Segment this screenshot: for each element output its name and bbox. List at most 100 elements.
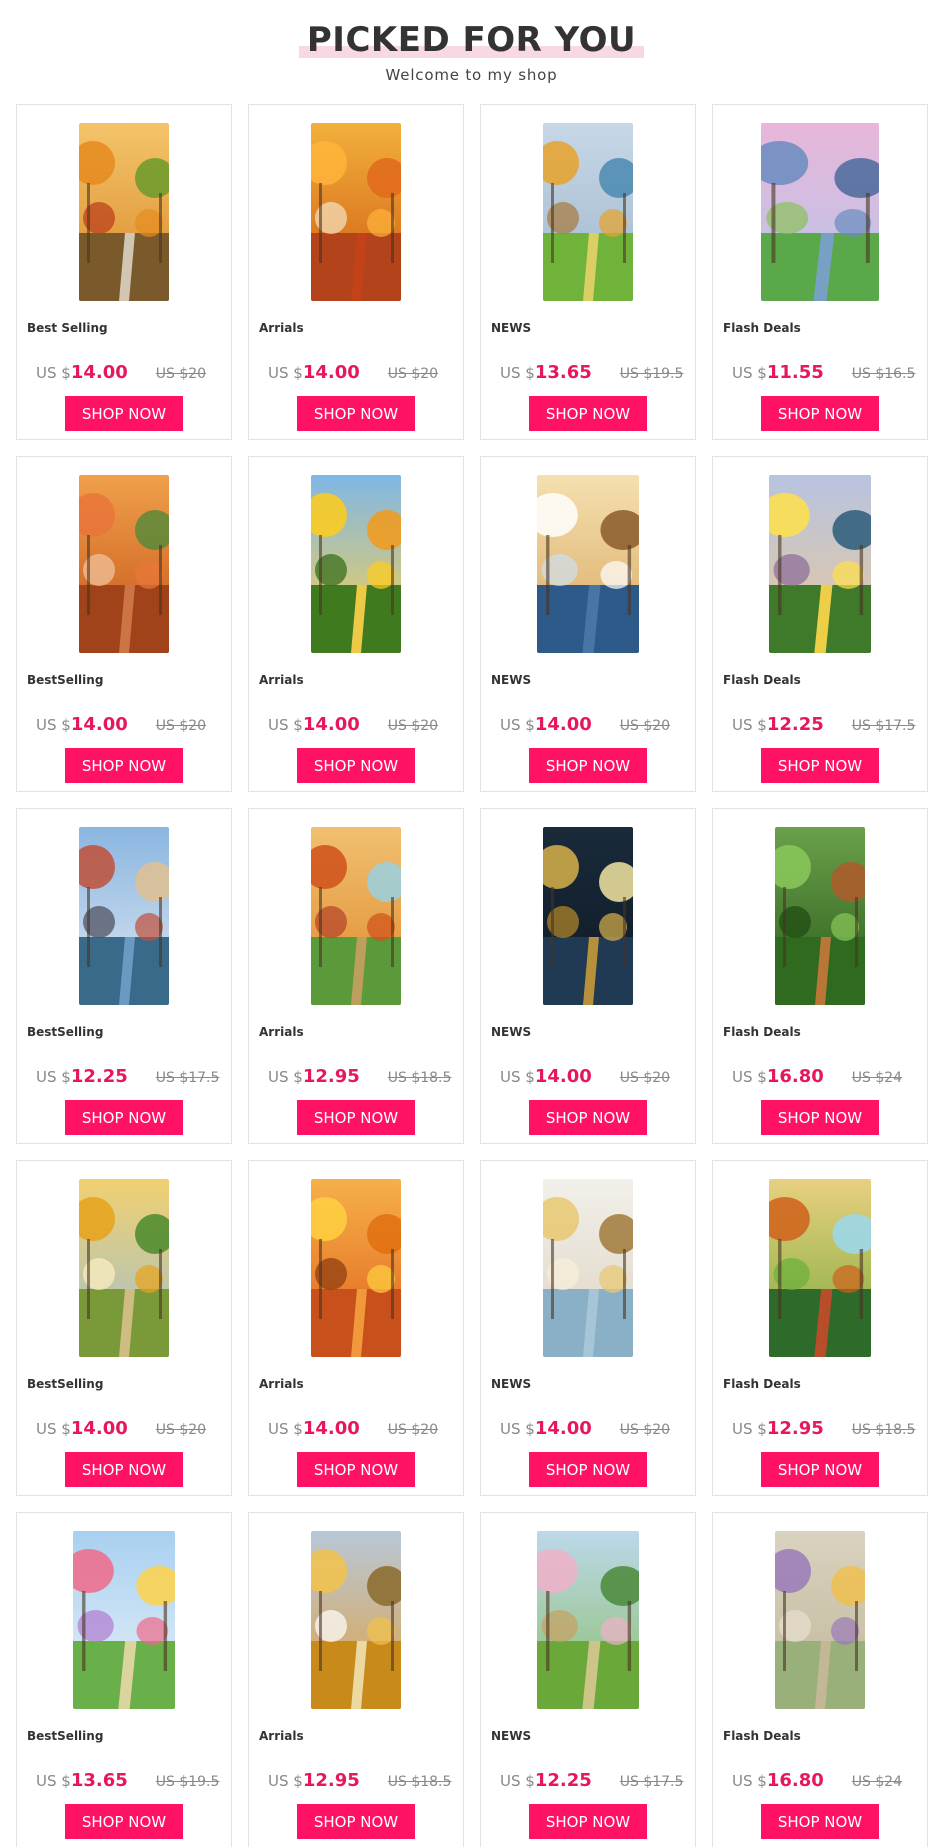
original-price: US $18.5 <box>387 1070 452 1086</box>
product-card[interactable]: BestSelling US $14.00 US $20 SHOP NOW <box>16 1160 232 1496</box>
product-image-fiery-autumn-path-painting[interactable] <box>311 1179 401 1357</box>
product-card[interactable]: Flash Deals US $12.95 US $18.5 SHOP NOW <box>712 1160 928 1496</box>
product-category-label: BestSelling <box>27 673 104 687</box>
product-image-spring-village-path-painting[interactable] <box>537 1531 639 1709</box>
product-image-sailing-ship-waves-painting[interactable] <box>537 475 639 653</box>
product-image-golden-ship-sea-painting[interactable] <box>543 1179 633 1357</box>
product-image-autumn-waterfall-painting[interactable] <box>311 827 401 1005</box>
original-price: US $20 <box>619 1070 671 1086</box>
product-image-bamboo-forest-path-painting[interactable] <box>775 827 865 1005</box>
current-price: 12.25 <box>766 714 824 735</box>
original-price: US $18.5 <box>387 1774 452 1790</box>
currency-prefix: US $ <box>268 1068 303 1086</box>
shop-now-button[interactable]: SHOP NOW <box>529 748 647 783</box>
original-price: US $20 <box>387 1422 439 1438</box>
currency-prefix: US $ <box>268 1420 303 1438</box>
product-image-golden-trees-waterfall-painting[interactable] <box>79 1179 169 1357</box>
product-category-label: NEWS <box>491 1729 532 1743</box>
shop-now-button[interactable]: SHOP NOW <box>529 1804 647 1839</box>
painting-icon <box>761 123 879 301</box>
price-row: US $16.80 US $24 <box>732 1066 902 1087</box>
product-image-red-forest-path-painting[interactable] <box>79 475 169 653</box>
original-price: US $20 <box>155 366 207 382</box>
original-price: US $20 <box>619 1422 671 1438</box>
shop-now-button[interactable]: SHOP NOW <box>65 1100 183 1135</box>
product-card[interactable]: Arrials US $14.00 US $20 SHOP NOW <box>248 1160 464 1496</box>
current-price: 16.80 <box>766 1770 824 1791</box>
shop-now-button[interactable]: SHOP NOW <box>761 396 879 431</box>
current-price: 14.00 <box>70 714 128 735</box>
product-image-sunflower-sunset-painting[interactable] <box>311 475 401 653</box>
shop-now-button[interactable]: SHOP NOW <box>65 748 183 783</box>
shop-now-button[interactable]: SHOP NOW <box>65 1452 183 1487</box>
product-card[interactable]: NEWS US $14.00 US $20 SHOP NOW <box>480 456 696 792</box>
painting-icon <box>79 123 169 301</box>
product-card[interactable]: Arrials US $14.00 US $20 SHOP NOW <box>248 104 464 440</box>
product-card[interactable]: BestSelling US $12.25 US $17.5 SHOP NOW <box>16 808 232 1144</box>
product-image-golden-valley-waterfall-painting[interactable] <box>311 1531 401 1709</box>
section-subtitle: Welcome to my shop <box>385 66 558 84</box>
product-image-venice-canal-painting[interactable] <box>79 827 169 1005</box>
product-card[interactable]: Arrials US $12.95 US $18.5 SHOP NOW <box>248 1512 464 1847</box>
currency-prefix: US $ <box>500 716 535 734</box>
product-card[interactable]: Best Selling US $14.00 US $20 SHOP NOW <box>16 104 232 440</box>
shop-now-button[interactable]: SHOP NOW <box>297 1804 415 1839</box>
product-card[interactable]: Arrials US $14.00 US $20 SHOP NOW <box>248 456 464 792</box>
product-card[interactable]: Flash Deals US $12.25 US $17.5 SHOP NOW <box>712 456 928 792</box>
shop-now-button[interactable]: SHOP NOW <box>761 1804 879 1839</box>
currency-prefix: US $ <box>732 364 767 382</box>
price-row: US $14.00 US $20 <box>36 714 206 735</box>
product-card[interactable]: Arrials US $12.95 US $18.5 SHOP NOW <box>248 808 464 1144</box>
painting-icon <box>311 827 401 1005</box>
product-card[interactable]: BestSelling US $14.00 US $20 SHOP NOW <box>16 456 232 792</box>
product-card[interactable]: Flash Deals US $11.55 US $16.5 SHOP NOW <box>712 104 928 440</box>
product-category-label: NEWS <box>491 1025 532 1039</box>
price-row: US $14.00 US $20 <box>268 1418 438 1439</box>
product-image-arched-garden-painting[interactable] <box>775 1531 865 1709</box>
product-image-yellow-flowers-lake-painting[interactable] <box>769 475 871 653</box>
currency-prefix: US $ <box>36 1068 71 1086</box>
product-image-golden-deer-moon-painting[interactable] <box>543 827 633 1005</box>
current-price: 12.95 <box>766 1418 824 1439</box>
painting-icon <box>73 1531 175 1709</box>
product-image-flower-garden-sea-painting[interactable] <box>73 1531 175 1709</box>
product-image-blue-mountains-painting[interactable] <box>761 123 879 301</box>
product-card[interactable]: NEWS US $14.00 US $20 SHOP NOW <box>480 808 696 1144</box>
original-price: US $19.5 <box>619 366 684 382</box>
shop-now-button[interactable]: SHOP NOW <box>529 1100 647 1135</box>
shop-now-button[interactable]: SHOP NOW <box>65 396 183 431</box>
original-price: US $20 <box>155 718 207 734</box>
shop-now-button[interactable]: SHOP NOW <box>761 1100 879 1135</box>
price-row: US $14.00 US $20 <box>36 362 206 383</box>
price-row: US $12.25 US $17.5 <box>36 1066 219 1087</box>
shop-now-button[interactable]: SHOP NOW <box>297 396 415 431</box>
product-image-orange-birch-forest-painting[interactable] <box>311 123 401 301</box>
current-price: 12.25 <box>70 1066 128 1087</box>
product-card[interactable]: Flash Deals US $16.80 US $24 SHOP NOW <box>712 1512 928 1847</box>
product-image-mountain-lake-painting[interactable] <box>543 123 633 301</box>
product-image-garden-waterfall-painting[interactable] <box>769 1179 871 1357</box>
product-category-label: Flash Deals <box>723 1377 801 1391</box>
shop-now-button[interactable]: SHOP NOW <box>297 1452 415 1487</box>
product-card[interactable]: BestSelling US $13.65 US $19.5 SHOP NOW <box>16 1512 232 1847</box>
product-card[interactable]: NEWS US $14.00 US $20 SHOP NOW <box>480 1160 696 1496</box>
shop-now-button[interactable]: SHOP NOW <box>761 1452 879 1487</box>
shop-now-button[interactable]: SHOP NOW <box>297 1100 415 1135</box>
product-image-autumn-path-painting[interactable] <box>79 123 169 301</box>
shop-now-button[interactable]: SHOP NOW <box>761 748 879 783</box>
shop-now-button[interactable]: SHOP NOW <box>297 748 415 783</box>
price-row: US $11.55 US $16.5 <box>732 362 915 383</box>
product-card[interactable]: Flash Deals US $16.80 US $24 SHOP NOW <box>712 808 928 1144</box>
shop-now-button[interactable]: SHOP NOW <box>529 1452 647 1487</box>
currency-prefix: US $ <box>500 1068 535 1086</box>
currency-prefix: US $ <box>732 1420 767 1438</box>
price-row: US $14.00 US $20 <box>500 714 670 735</box>
product-card[interactable]: NEWS US $12.25 US $17.5 SHOP NOW <box>480 1512 696 1847</box>
currency-prefix: US $ <box>268 364 303 382</box>
product-category-label: NEWS <box>491 1377 532 1391</box>
shop-now-button[interactable]: SHOP NOW <box>65 1804 183 1839</box>
painting-icon <box>769 475 871 653</box>
product-card[interactable]: NEWS US $13.65 US $19.5 SHOP NOW <box>480 104 696 440</box>
product-category-label: NEWS <box>491 321 532 335</box>
shop-now-button[interactable]: SHOP NOW <box>529 396 647 431</box>
